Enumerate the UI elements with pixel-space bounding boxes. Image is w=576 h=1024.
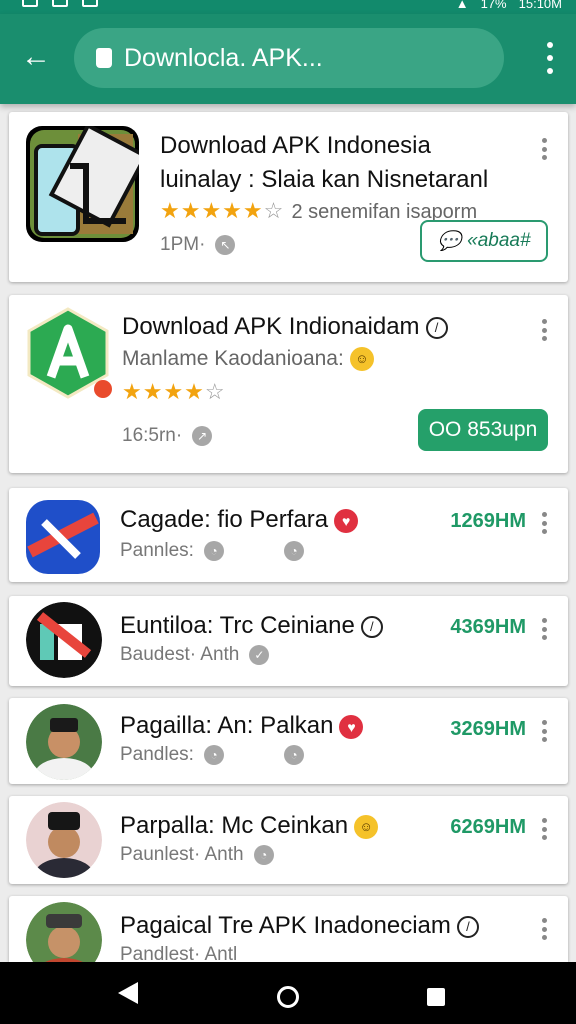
app-title-text: Download APK Indionaidam <box>122 313 420 340</box>
avatar <box>26 802 102 878</box>
url-field[interactable]: Downlocla. APK... <box>74 28 504 88</box>
app-title-text: Pagailla: An: Palkan <box>120 712 334 739</box>
app-title-text: Parpalla: Mc Ceinkan <box>120 812 349 839</box>
clock-time: 15:10M <box>518 0 562 11</box>
star-empty-icon: ☆ <box>204 379 226 404</box>
app-meta: Pandlest· Antl <box>120 944 237 962</box>
nav-recent-icon[interactable] <box>427 988 445 1006</box>
verified-icon: / <box>360 615 383 638</box>
app-size: 6269HM <box>450 816 526 838</box>
app-title: Parpalla: Mc Ceinkan ☺ <box>120 812 379 840</box>
url-text: Downlocla. APK... <box>124 43 323 72</box>
star-rating: ★★★★☆ <box>122 379 226 405</box>
back-arrow-icon[interactable]: ← <box>18 40 54 76</box>
app-title-text: Euntiloa: Trc Ceiniane <box>120 612 355 639</box>
meta-text: Pannles: <box>120 540 194 561</box>
overflow-menu-icon[interactable] <box>542 818 548 840</box>
overflow-menu-icon[interactable] <box>542 618 548 640</box>
battery-level: 17% <box>480 0 507 11</box>
app-title: Euntiloa: Trc Ceiniane / <box>120 612 383 640</box>
avatar <box>26 704 102 780</box>
app-meta: Baudest· Anth ✓ <box>120 644 270 666</box>
list-item[interactable]: Parpalla: Mc Ceinkan ☺ Paunlest· Anth ◔ 6… <box>9 796 568 884</box>
app-meta: 1PM· ↖ <box>160 234 236 256</box>
overflow-menu-icon[interactable] <box>542 512 548 534</box>
nav-back-icon[interactable] <box>118 982 138 1004</box>
heart-icon: ♥ <box>339 714 364 739</box>
system-nav-bar <box>0 962 576 1024</box>
status-bar: ▲ 17% 15:10M <box>0 0 576 14</box>
clock-icon: ◔ <box>203 745 224 765</box>
clock-icon: ↖ <box>215 235 236 255</box>
signal-icon: ▲ <box>455 0 469 11</box>
app-title: Cagade: fio Perfara ♥ <box>120 506 359 534</box>
meta-text: Pandles: <box>120 744 194 765</box>
verified-icon: / <box>456 915 479 938</box>
app-size: 3269HM <box>450 718 526 740</box>
app-title: Download APK Indionaidam / <box>122 313 448 341</box>
app-title-line2: luinalay : Slaia kan Nisnetaranl <box>160 166 489 193</box>
avatar <box>26 902 102 962</box>
app-meta: Pannles: ◔ ◔ <box>120 540 304 562</box>
app-title-text: Pagaical Tre APK Inadoneciam <box>120 912 451 939</box>
list-item[interactable]: Cagade: fio Perfara ♥ Pannles: ◔ ◔ 1269HM <box>9 488 568 582</box>
verified-icon: / <box>425 316 448 339</box>
app-meta: Pandles: ◔ ◔ <box>120 744 304 766</box>
clock-icon: ↗ <box>192 426 213 446</box>
list-item[interactable]: Euntiloa: Trc Ceiniane / Baudest· Anth ✓ … <box>9 596 568 686</box>
app-icon <box>26 500 100 574</box>
overflow-menu-icon[interactable] <box>542 138 548 160</box>
clock-icon: ◔ <box>253 845 274 865</box>
clock-icon: ◔ <box>203 541 224 561</box>
notification-icon <box>22 0 38 7</box>
list-item[interactable]: Pagaical Tre APK Inadoneciam / Pandlest· … <box>9 896 568 962</box>
emoji-icon: ☺ <box>354 814 379 839</box>
app-subtitle: Manlame Kaodanioana: ☺ <box>122 347 374 372</box>
app-title: Download APK Indonesia <box>160 132 431 159</box>
star-empty-icon: ☆ <box>263 198 285 223</box>
lock-icon <box>96 48 112 68</box>
app-subtitle-text: Manlame Kaodanioana: <box>122 347 344 370</box>
app-size: 4369HM <box>450 616 526 638</box>
app-size: 1269HM <box>450 510 526 532</box>
overflow-menu-icon[interactable] <box>542 720 548 742</box>
clock-icon: ◔ <box>283 541 304 561</box>
app-icon <box>23 305 113 401</box>
meta-text: 1PM· <box>160 234 206 255</box>
chat-button[interactable]: 💬 «abaa# <box>420 220 548 262</box>
check-icon: ✓ <box>249 645 270 665</box>
overflow-menu-icon[interactable] <box>542 918 548 940</box>
meta-text: Pandlest· Antl <box>120 944 238 962</box>
app-icon <box>26 126 139 242</box>
chat-button-label: «abaa# <box>467 230 531 251</box>
app-icon <box>26 602 102 678</box>
overflow-menu-icon[interactable] <box>544 42 556 74</box>
meta-text: Baudest· Anth <box>120 644 240 665</box>
app-title: Pagaical Tre APK Inadoneciam / <box>120 912 479 940</box>
heart-icon: ♥ <box>334 508 359 533</box>
meta-text: 16:5rn· <box>122 425 183 446</box>
app-meta: Paunlest· Anth ◔ <box>120 844 274 866</box>
app-bar: ← Downlocla. APK... <box>0 14 576 104</box>
notification-icon <box>52 0 68 7</box>
emoji-icon: ☺ <box>349 347 374 372</box>
list-item[interactable]: Download APK Indionaidam / Manlame Kaodan… <box>9 295 568 473</box>
overflow-menu-icon[interactable] <box>542 319 548 341</box>
status-indicators: ▲ 17% 15:10M <box>456 0 562 11</box>
meta-text: Paunlest· Anth <box>120 844 244 865</box>
clock-icon: ◔ <box>283 745 304 765</box>
app-meta: 16:5rn· ↗ <box>122 425 213 447</box>
star-icon: ★★★★ <box>122 379 205 404</box>
notification-icons <box>22 0 98 7</box>
app-title-text: Cagade: fio Perfara <box>120 506 329 533</box>
list-item[interactable]: Pagailla: An: Palkan ♥ Pandles: ◔ ◔ 3269H… <box>9 698 568 784</box>
list-item[interactable]: Download APK Indonesia luinalay : Slaia … <box>9 112 568 282</box>
nav-home-icon[interactable] <box>277 986 299 1008</box>
download-button[interactable]: OO 853upn <box>418 409 548 451</box>
app-title: Pagailla: An: Palkan ♥ <box>120 712 364 740</box>
chat-icon: 💬 <box>437 231 462 252</box>
star-icon: ★★★★★ <box>160 198 264 223</box>
notification-icon <box>82 0 98 7</box>
